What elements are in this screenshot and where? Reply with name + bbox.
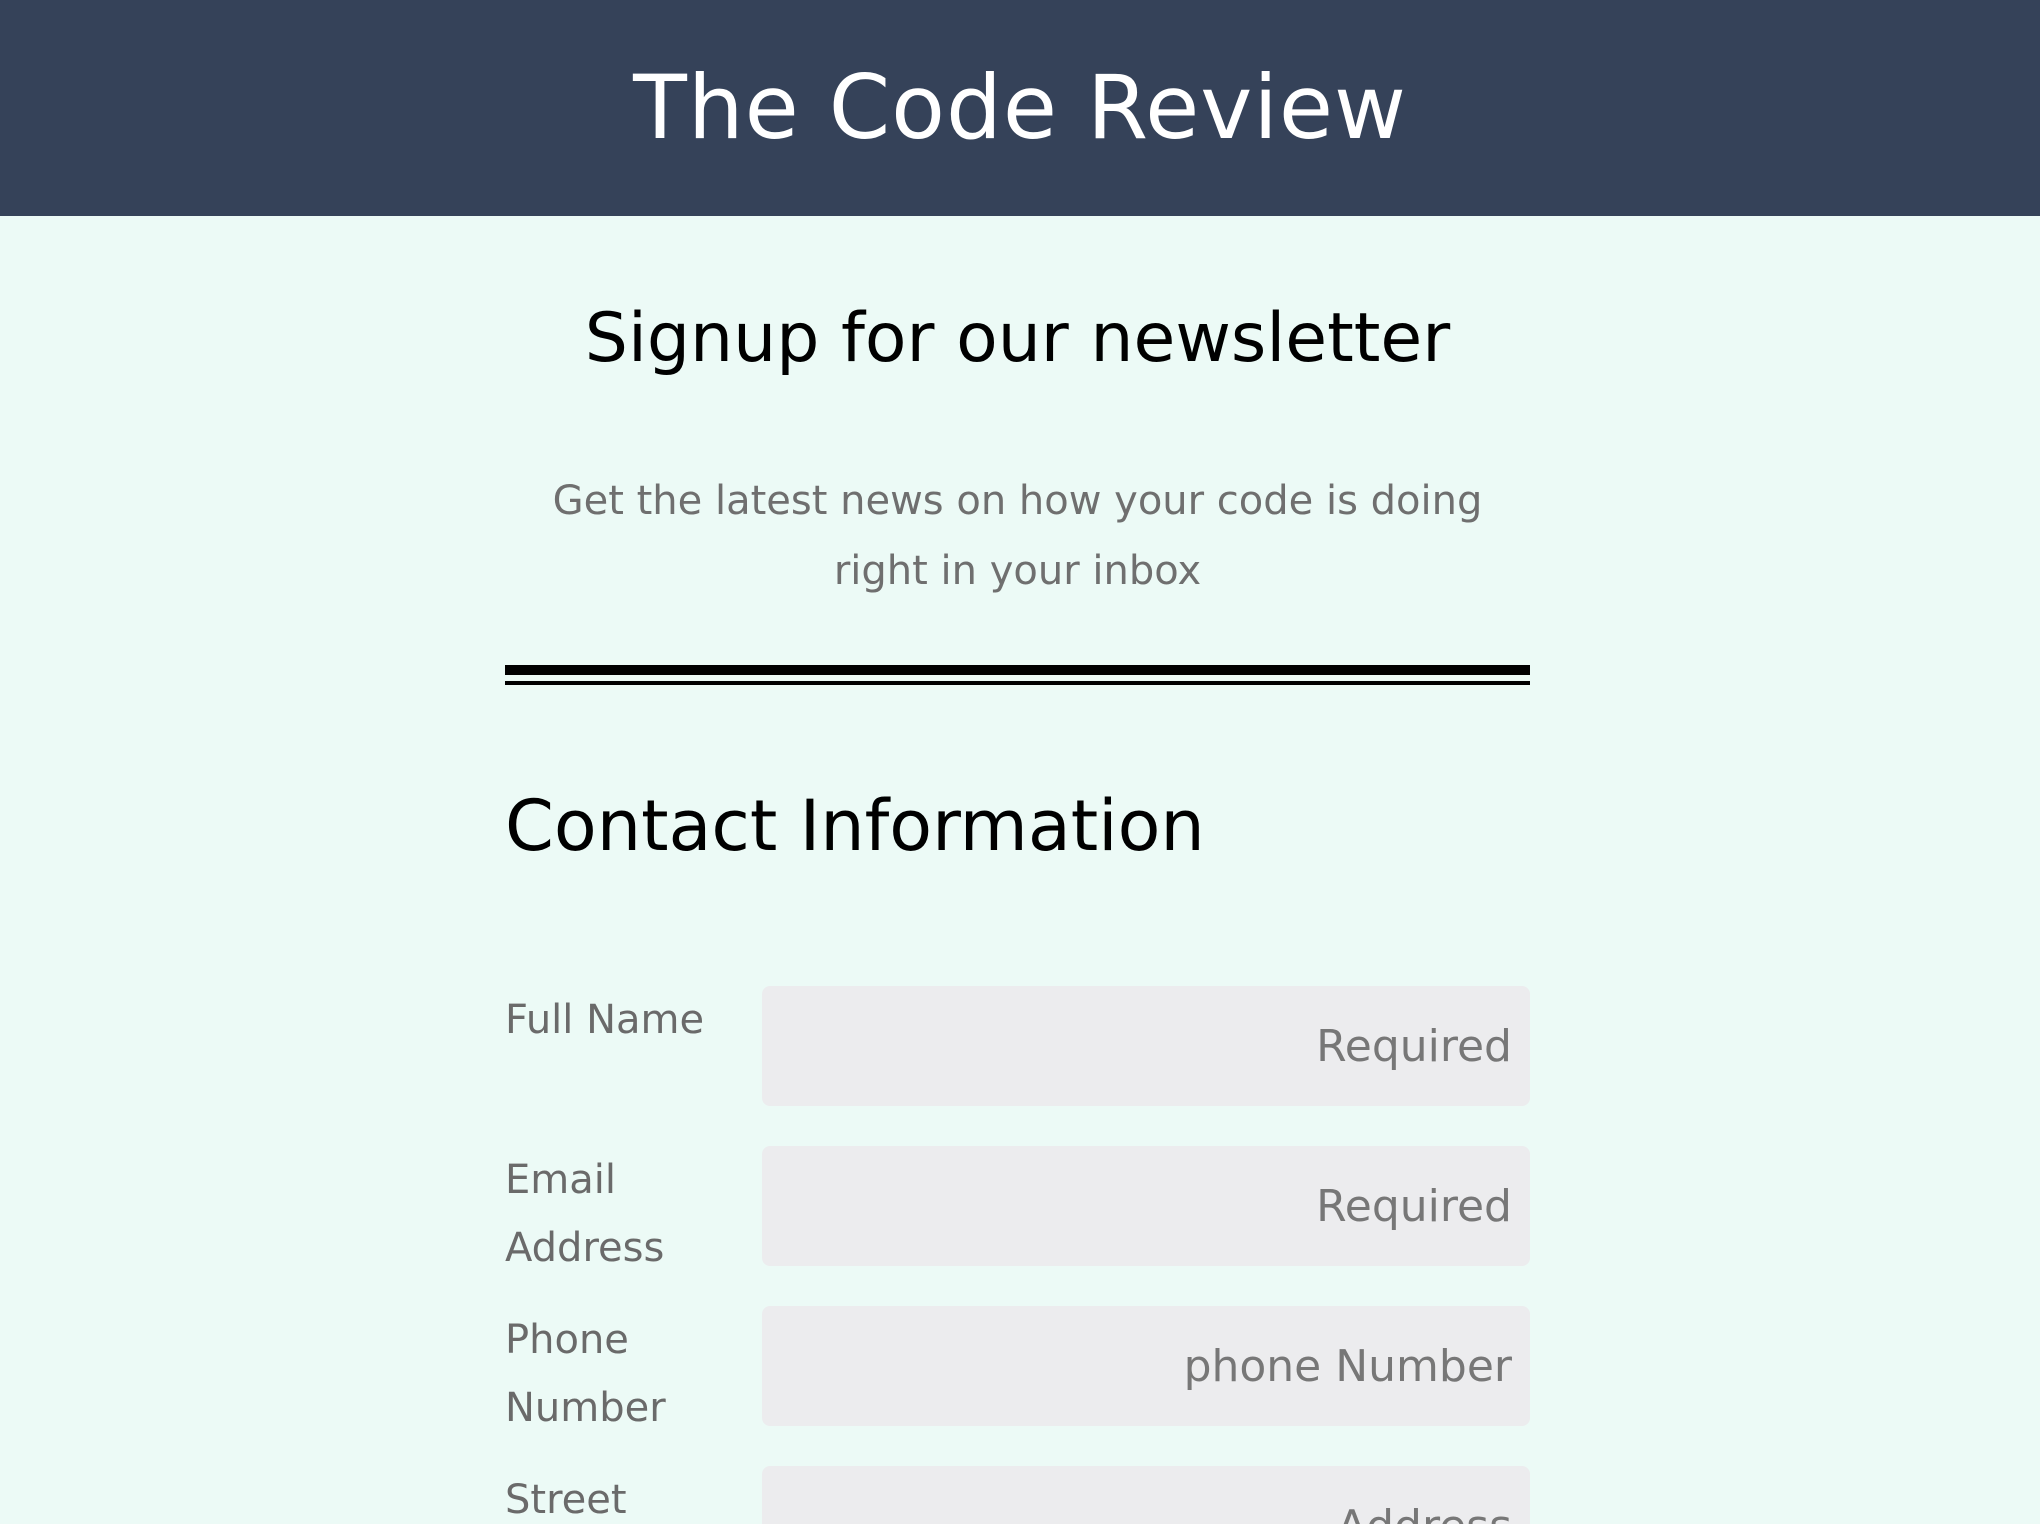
street-label: Street <box>505 1477 627 1523</box>
page: The Code Review Signup for our newslette… <box>0 0 2040 1524</box>
street-row: Street <box>505 1466 1530 1524</box>
full-name-input[interactable] <box>762 986 1530 1106</box>
full-name-row: Full Name <box>505 986 1530 1106</box>
site-title: The Code Review <box>633 56 1407 159</box>
email-address-input[interactable] <box>762 1146 1530 1266</box>
email-address-row: Email Address <box>505 1146 1530 1271</box>
phone-number-label: Phone Number <box>505 1317 666 1431</box>
email-address-label: Email Address <box>505 1157 665 1271</box>
signup-heading: Signup for our newsletter <box>584 299 1451 378</box>
phone-number-input[interactable] <box>762 1306 1530 1426</box>
signup-subtext: Get the latest news on how your code is … <box>552 478 1483 594</box>
full-name-label: Full Name <box>505 997 705 1043</box>
street-address-input[interactable] <box>762 1466 1530 1524</box>
phone-number-row: Phone Number <box>505 1306 1530 1431</box>
section-divider <box>505 665 1530 685</box>
contact-information-heading: Contact Information <box>505 785 1205 867</box>
site-header: The Code Review <box>0 0 2040 216</box>
divider-thin-line <box>505 681 1530 685</box>
divider-thick-line <box>505 665 1530 675</box>
